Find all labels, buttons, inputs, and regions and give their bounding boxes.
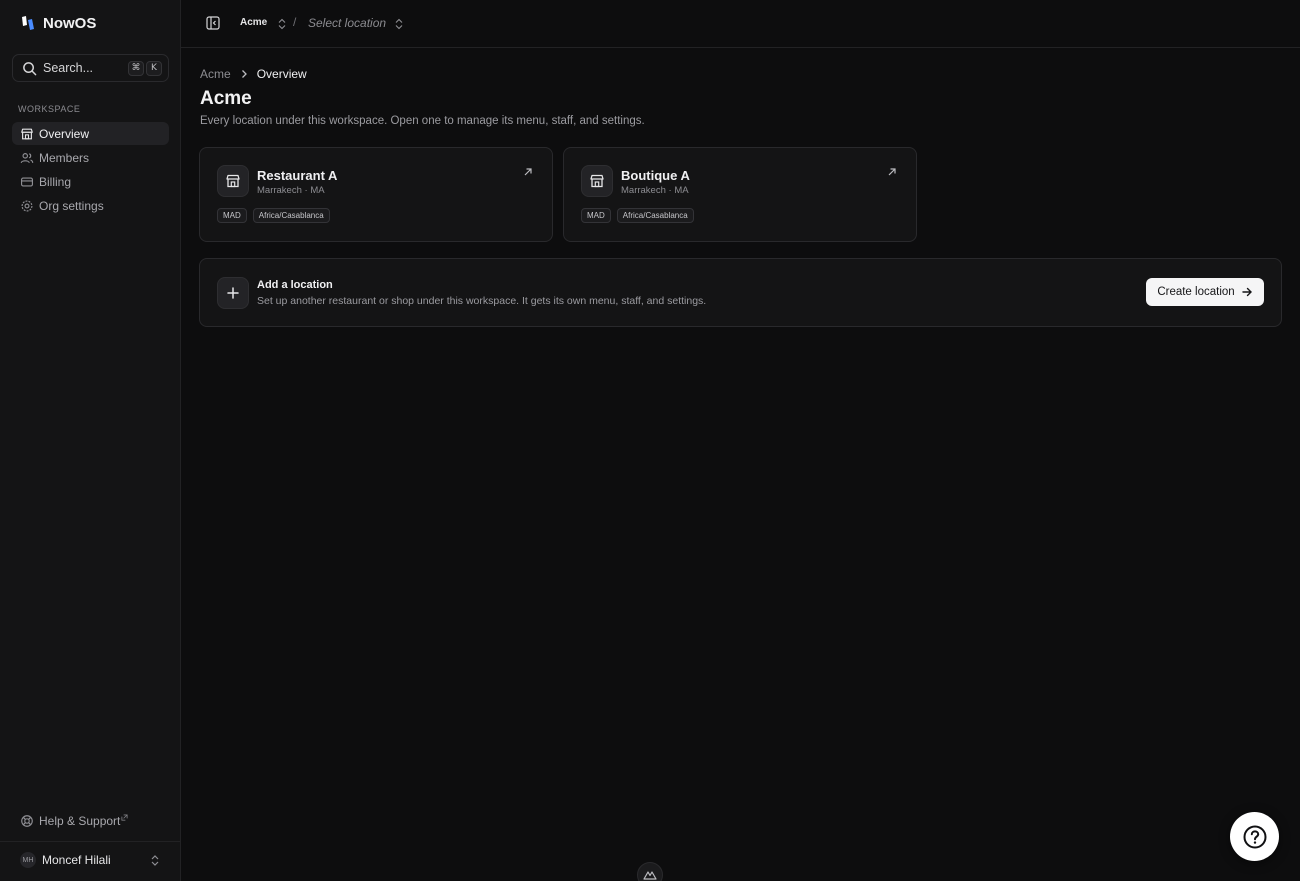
kbd-cmd: ⌘: [128, 60, 144, 76]
org-switcher[interactable]: Acme: [240, 17, 267, 28]
page-description: Every location under this workspace. Ope…: [200, 115, 645, 127]
timezone-badge: Africa/Casablanca: [616, 208, 694, 223]
currency-badge: MAD: [581, 208, 611, 223]
search-input[interactable]: Search... ⌘ K: [12, 54, 169, 82]
main-content: Acme Overview Acme Every location under …: [181, 48, 1300, 881]
create-location-button[interactable]: Create location: [1146, 278, 1264, 306]
external-link-icon: [121, 813, 128, 821]
lifebuoy-icon: [21, 815, 33, 827]
chevron-up-down-icon: [151, 854, 159, 866]
sidebar: NowOS Search... ⌘ K WORKSPACE Overview M…: [0, 0, 181, 881]
help-support-label: Help & Support: [39, 814, 121, 828]
sidebar-item-label: Members: [39, 150, 90, 165]
location-switcher[interactable]: Select location: [308, 16, 386, 30]
topbar: Acme / Select location: [181, 0, 1300, 48]
sidebar-item-members[interactable]: Members: [12, 146, 169, 169]
sidebar-item-overview[interactable]: Overview: [12, 122, 169, 145]
breadcrumb: Acme Overview: [200, 67, 307, 81]
avatar: MH: [20, 852, 36, 868]
breadcrumb-root[interactable]: Acme: [200, 67, 231, 81]
add-location-description: Set up another restaurant or shop under …: [257, 295, 707, 307]
nowos-logo-icon: [22, 16, 34, 30]
help-fab-button[interactable]: [1230, 812, 1279, 861]
location-address: Marrakech · MA: [621, 185, 689, 196]
chevron-up-down-icon[interactable]: [277, 18, 287, 30]
location-card[interactable]: Restaurant A Marrakech · MA MAD Africa/C…: [199, 147, 553, 242]
location-card[interactable]: Boutique A Marrakech · MA MAD Africa/Cas…: [563, 147, 917, 242]
create-location-label: Create location: [1157, 286, 1235, 298]
user-name: Moncef Hilali: [42, 853, 111, 867]
breadcrumb-current: Overview: [256, 67, 307, 81]
divider: [0, 841, 181, 842]
chevron-up-down-icon[interactable]: [394, 18, 404, 30]
plus-icon: [217, 277, 249, 309]
sidebar-toggle-icon[interactable]: [206, 16, 220, 30]
breadcrumb-separator: /: [293, 15, 297, 29]
arrow-up-right-icon[interactable]: [887, 167, 897, 177]
location-name: Boutique A: [621, 168, 690, 183]
section-label-workspace: WORKSPACE: [18, 104, 81, 114]
store-icon: [217, 165, 249, 197]
sidebar-item-billing[interactable]: Billing: [12, 171, 169, 194]
currency-badge: MAD: [217, 208, 247, 223]
location-address: Marrakech · MA: [257, 185, 325, 196]
search-icon: [23, 61, 37, 75]
sidebar-item-label: Org settings: [39, 199, 104, 214]
gear-icon: [21, 200, 33, 212]
sidebar-item-label: Billing: [39, 175, 72, 190]
devtools-logo-icon[interactable]: [637, 862, 663, 881]
search-placeholder: Search...: [43, 61, 94, 75]
location-tags: MAD Africa/Casablanca: [217, 208, 330, 223]
page-title: Acme: [200, 88, 252, 109]
credit-card-icon: [21, 177, 33, 187]
add-location-panel: Add a location Set up another restaurant…: [199, 258, 1282, 327]
sidebar-nav: Overview Members Billing Org settings: [12, 122, 169, 219]
arrow-right-icon: [1241, 287, 1252, 297]
question-icon: [1243, 825, 1266, 848]
kbd-k: K: [146, 60, 162, 76]
location-tags: MAD Africa/Casablanca: [581, 208, 694, 223]
user-menu[interactable]: MH Moncef Hilali: [20, 852, 160, 868]
chevron-right-icon: [241, 70, 247, 78]
arrow-up-right-icon[interactable]: [523, 167, 533, 177]
brand[interactable]: NowOS: [20, 14, 96, 32]
timezone-badge: Africa/Casablanca: [252, 208, 330, 223]
sidebar-item-label: Overview: [39, 126, 90, 141]
add-location-title: Add a location: [257, 279, 333, 291]
location-name: Restaurant A: [257, 168, 338, 183]
store-icon: [581, 165, 613, 197]
sidebar-item-org-settings[interactable]: Org settings: [12, 195, 169, 218]
store-icon: [21, 128, 33, 139]
users-icon: [20, 152, 34, 163]
app-name: NowOS: [43, 14, 97, 32]
help-support-link[interactable]: Help & Support: [20, 813, 128, 828]
